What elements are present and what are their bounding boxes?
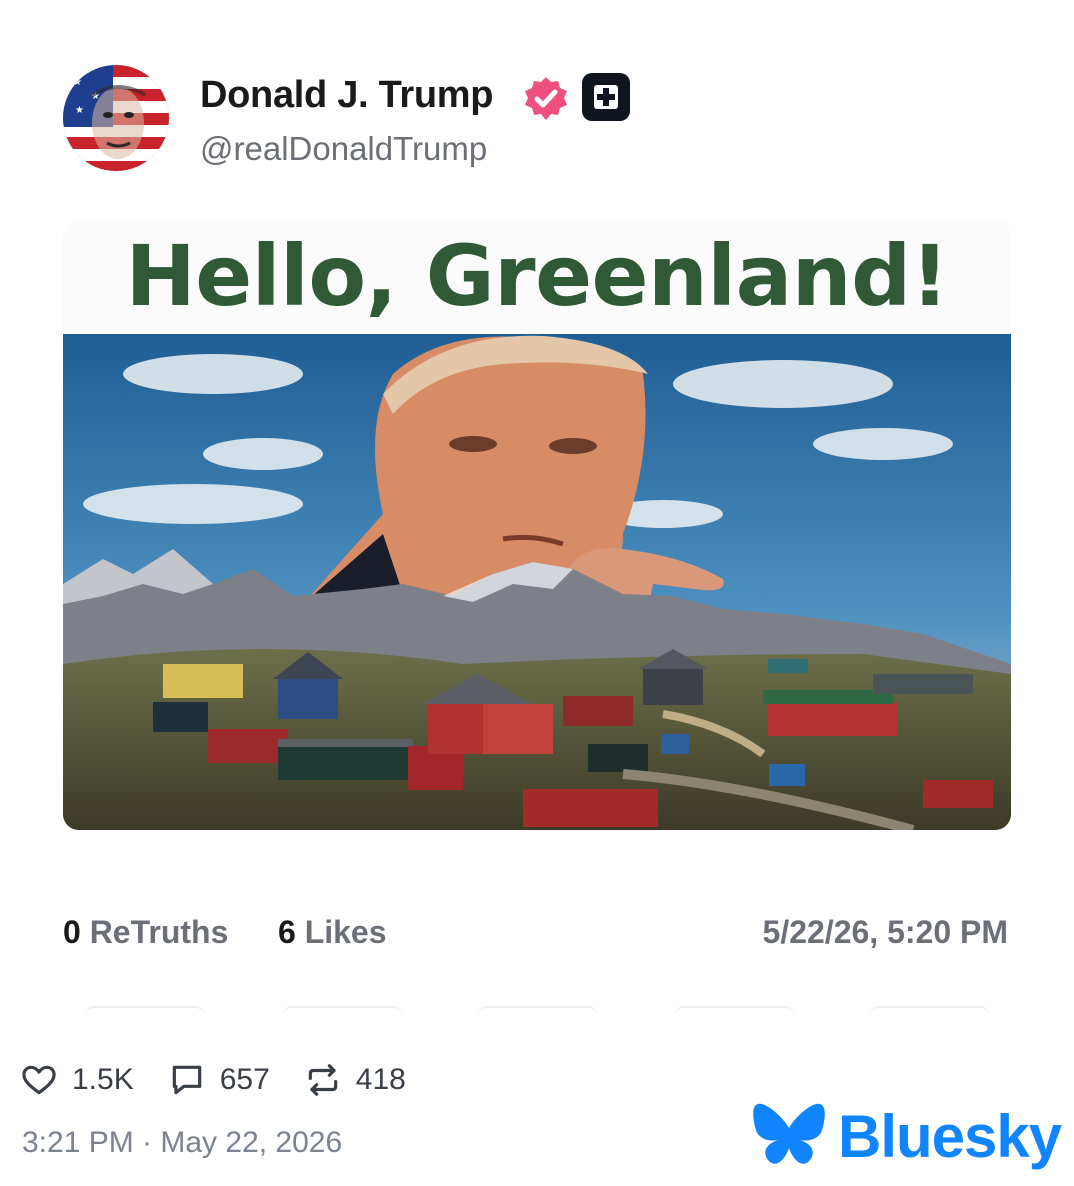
like-count: 1.5K bbox=[72, 1063, 134, 1096]
bluesky-actions: 1.5K 657 418 bbox=[20, 1058, 440, 1102]
plus-icon bbox=[582, 73, 630, 121]
like-button[interactable]: 1.5K bbox=[20, 1061, 134, 1099]
repost-count: 418 bbox=[355, 1063, 406, 1096]
greenland-scene-image bbox=[63, 334, 1011, 830]
likes-count: 6 bbox=[278, 914, 296, 950]
svg-text:★: ★ bbox=[75, 105, 84, 116]
butterfly-icon bbox=[753, 1103, 825, 1164]
retruths-count: 0 bbox=[63, 914, 81, 950]
retruths-label: ReTruths bbox=[89, 914, 229, 950]
svg-text:★: ★ bbox=[73, 77, 82, 88]
action-button-placeholder bbox=[85, 1006, 205, 1016]
repost-button[interactable]: 418 bbox=[304, 1061, 406, 1099]
retruths-stat[interactable]: 0 ReTruths bbox=[63, 914, 228, 951]
repost-icon bbox=[308, 1064, 338, 1096]
post-card: ★ ★ ★ Donald J. Trump @realDonaldTrump H… bbox=[0, 0, 1074, 1186]
avatar[interactable]: ★ ★ ★ bbox=[63, 65, 169, 171]
reply-button[interactable]: 657 bbox=[168, 1061, 270, 1099]
comment-icon bbox=[172, 1065, 201, 1095]
post-media[interactable]: Hello, Greenland! bbox=[63, 220, 1011, 830]
action-button-placeholder bbox=[478, 1006, 598, 1016]
action-button-placeholder bbox=[282, 1006, 402, 1016]
verified-check-icon bbox=[525, 77, 567, 120]
display-name[interactable]: Donald J. Trump bbox=[200, 74, 494, 117]
heart-icon bbox=[22, 1065, 56, 1095]
avatar-image: ★ ★ ★ bbox=[63, 65, 169, 171]
bluesky-timestamp: 3:21 PM · May 22, 2026 bbox=[22, 1126, 343, 1159]
handle[interactable]: @realDonaldTrump bbox=[200, 130, 487, 168]
action-button-placeholder bbox=[870, 1006, 990, 1016]
action-button-placeholder bbox=[674, 1006, 794, 1016]
likes-label: Likes bbox=[304, 914, 387, 950]
post-timestamp: 5/22/26, 5:20 PM bbox=[762, 914, 1008, 950]
media-headline: Hello, Greenland! bbox=[125, 227, 949, 325]
bluesky-wordmark: Bluesky bbox=[838, 1103, 1062, 1170]
reply-count: 657 bbox=[219, 1063, 270, 1096]
likes-stat[interactable]: 6 Likes bbox=[278, 914, 387, 951]
